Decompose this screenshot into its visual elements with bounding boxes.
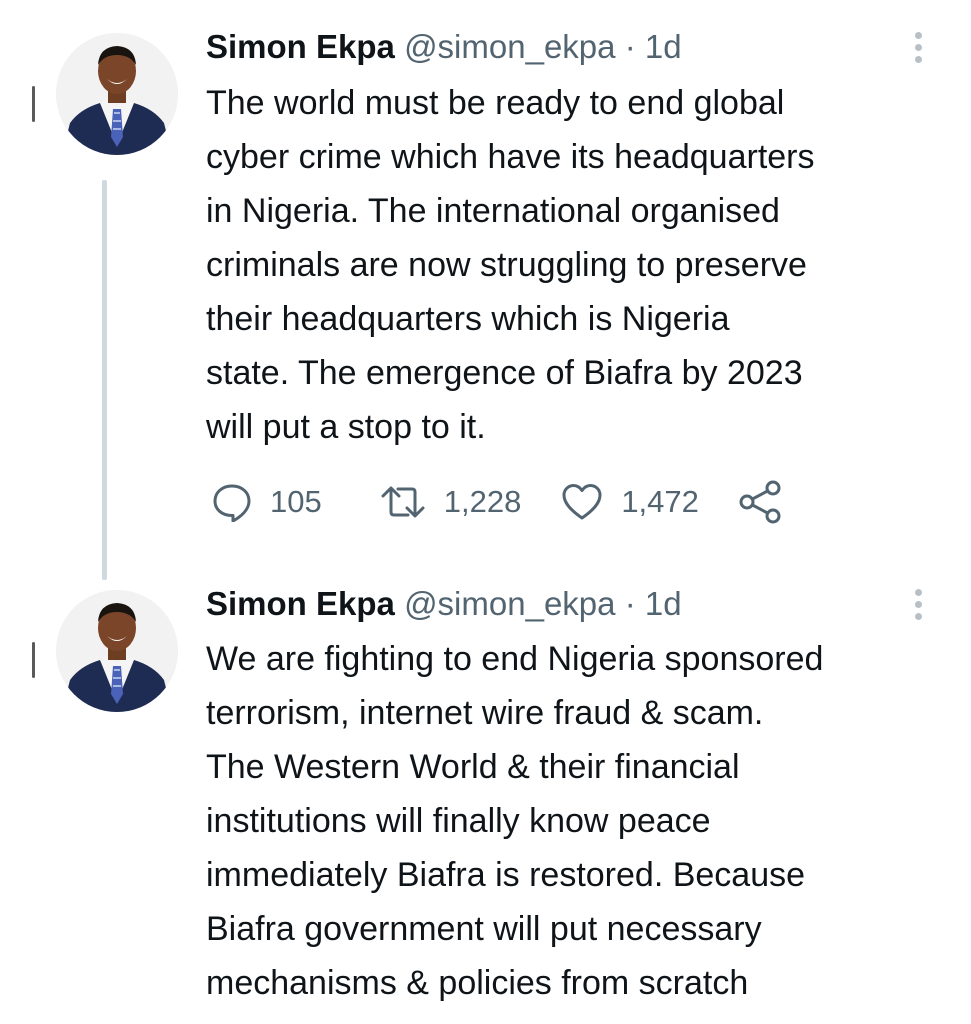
- share-button[interactable]: [737, 480, 783, 524]
- tweet-text: We are fighting to end Nigeria sponsored…: [206, 632, 946, 1010]
- like-count: 1,472: [621, 484, 699, 519]
- tweet-header: Simon Ekpa @simon_ekpa · 1d: [206, 27, 682, 67]
- text-line: mechanisms & policies from scratch: [206, 964, 749, 1002]
- text-line: immediately Biafra is restored. Because: [206, 856, 806, 894]
- timestamp[interactable]: 1d: [645, 28, 682, 65]
- author-name[interactable]: Simon Ekpa: [206, 28, 395, 65]
- thread-connector-line: [102, 180, 107, 580]
- like-button[interactable]: 1,472: [561, 482, 699, 522]
- tweet-text: The world must be ready to end global cy…: [206, 76, 946, 454]
- retweet-count: 1,228: [443, 484, 522, 519]
- heart-icon: [562, 484, 602, 520]
- author-handle[interactable]: @simon_ekpa: [404, 585, 615, 622]
- avatar[interactable]: [56, 33, 178, 155]
- retweet-button[interactable]: 1,228: [380, 482, 522, 522]
- tweet-header: Simon Ekpa @simon_ekpa · 1d: [206, 584, 682, 624]
- text-line: criminals are now struggling to preserve: [206, 246, 807, 284]
- timestamp[interactable]: 1d: [645, 585, 682, 622]
- text-line: state. The emergence of Biafra by 2023: [206, 354, 803, 392]
- share-icon: [739, 480, 781, 524]
- text-line: Biafra government will put necessary: [206, 910, 762, 948]
- text-line: terrorism, internet wire fraud & scam.: [206, 694, 764, 732]
- edge-mark: [32, 86, 35, 122]
- text-line: We are fighting to end Nigeria sponsored: [206, 640, 824, 678]
- reply-count: 105: [270, 484, 322, 519]
- text-line: in Nigeria. The international organised: [206, 192, 780, 230]
- edge-mark: [32, 642, 35, 678]
- vertical-dots-icon[interactable]: [905, 28, 931, 72]
- avatar[interactable]: [56, 590, 178, 712]
- vertical-dots-icon[interactable]: [905, 585, 931, 629]
- text-line: cyber crime which have its headquarters: [206, 138, 815, 176]
- text-line: will put a stop to it.: [206, 408, 486, 446]
- text-line: their headquarters which is Nigeria: [206, 300, 730, 338]
- separator-dot: ·: [624, 28, 636, 65]
- retweet-icon: [381, 486, 425, 518]
- separator-dot: ·: [624, 585, 636, 622]
- text-line: The world must be ready to end global: [206, 84, 785, 122]
- text-line: The Western World & their financial: [206, 748, 740, 786]
- tweet-actions: 105 1,228 1,472: [212, 480, 783, 524]
- reply-icon: [213, 484, 251, 522]
- author-name[interactable]: Simon Ekpa: [206, 585, 395, 622]
- author-handle[interactable]: @simon_ekpa: [404, 28, 615, 65]
- reply-button[interactable]: 105: [212, 482, 322, 522]
- text-line: institutions will finally know peace: [206, 802, 711, 840]
